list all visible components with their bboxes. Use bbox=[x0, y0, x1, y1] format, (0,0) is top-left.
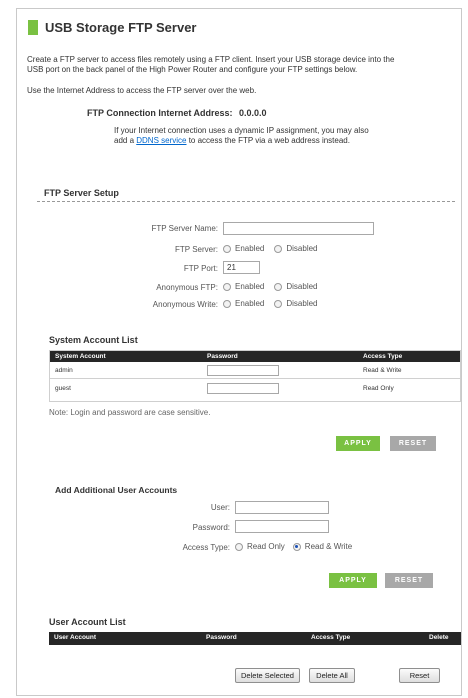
anonymous-ftp-enabled-option[interactable]: Enabled bbox=[223, 282, 264, 291]
ftp-server-enabled-option[interactable]: Enabled bbox=[223, 244, 264, 253]
dynamic-prefix: add a bbox=[114, 136, 137, 145]
use-address-text: Use the Internet Address to access the F… bbox=[27, 86, 257, 95]
dynamic-ip-text-line-1: If your Internet connection uses a dynam… bbox=[114, 126, 369, 135]
delete-all-button[interactable]: Delete All bbox=[309, 668, 355, 683]
add-user-reset-button[interactable]: RESET bbox=[385, 573, 433, 588]
connection-address-value: 0.0.0.0 bbox=[239, 108, 267, 118]
intro-text-line-2: USB port on the back panel of the High P… bbox=[27, 65, 358, 74]
table-row: admin Read & Write bbox=[50, 363, 460, 379]
system-account-name: guest bbox=[55, 385, 71, 392]
anonymous-write-enabled-option[interactable]: Enabled bbox=[223, 299, 264, 308]
enabled-label: Enabled bbox=[235, 282, 265, 291]
read-only-label: Read Only bbox=[247, 542, 285, 551]
connection-address-row: FTP Connection Internet Address: 0.0.0.0 bbox=[87, 108, 267, 118]
system-reset-button[interactable]: RESET bbox=[390, 436, 436, 451]
system-account-access: Read Only bbox=[363, 385, 394, 392]
ftp-server-disabled-option[interactable]: Disabled bbox=[274, 244, 318, 253]
anonymous-write-disabled-option[interactable]: Disabled bbox=[274, 299, 318, 308]
disabled-label: Disabled bbox=[286, 282, 318, 291]
dynamic-ip-text-line-2: add a DDNS service to access the FTP via… bbox=[114, 136, 350, 146]
reset-user-list-button[interactable]: Reset bbox=[399, 668, 440, 683]
column-header-password: Password bbox=[206, 634, 237, 641]
page-title: USB Storage FTP Server bbox=[45, 20, 197, 35]
anonymous-write-disabled-radio[interactable] bbox=[274, 299, 283, 308]
case-sensitive-note: Note: Login and password are case sensit… bbox=[49, 408, 211, 417]
system-account-list-heading: System Account List bbox=[49, 335, 138, 345]
delete-selected-button[interactable]: Delete Selected bbox=[235, 668, 300, 683]
column-header-user-account: User Account bbox=[54, 634, 97, 641]
system-account-access: Read & Write bbox=[363, 367, 402, 374]
system-account-table-header: System Account Password Access Type bbox=[50, 351, 460, 362]
read-write-label: Read & Write bbox=[304, 542, 353, 551]
ftp-server-radio-group: Enabled Disabled bbox=[223, 244, 318, 253]
user-account-list-heading: User Account List bbox=[49, 617, 126, 627]
user-label: User: bbox=[210, 503, 230, 512]
dynamic-suffix: to access the FTP via a web address inst… bbox=[186, 136, 350, 145]
password-label: Password: bbox=[192, 523, 230, 532]
ftp-server-name-input[interactable] bbox=[223, 222, 374, 235]
title-accent-square bbox=[28, 20, 38, 35]
anonymous-ftp-enabled-radio[interactable] bbox=[223, 282, 231, 291]
anonymous-write-label: Anonymous Write: bbox=[152, 300, 218, 309]
system-apply-button[interactable]: APPLY bbox=[336, 436, 380, 451]
disabled-label: Disabled bbox=[286, 244, 318, 253]
ftp-server-label: FTP Server: bbox=[175, 245, 218, 254]
ftp-server-setup-heading: FTP Server Setup bbox=[44, 188, 119, 198]
ftp-port-label: FTP Port: bbox=[183, 264, 218, 273]
read-write-radio[interactable] bbox=[292, 542, 301, 551]
intro-text-line-1: Create a FTP server to access files remo… bbox=[27, 55, 395, 64]
user-input[interactable] bbox=[235, 501, 329, 514]
user-account-table-header: User Account Password Access Type Delete bbox=[49, 632, 461, 645]
column-header-password: Password bbox=[207, 353, 238, 360]
column-header-access-type: Access Type bbox=[363, 353, 403, 360]
add-user-apply-button[interactable]: APPLY bbox=[329, 573, 377, 588]
anonymous-ftp-disabled-option[interactable]: Disabled bbox=[274, 282, 318, 291]
anonymous-ftp-disabled-radio[interactable] bbox=[274, 282, 283, 291]
admin-password-input[interactable] bbox=[207, 365, 279, 376]
access-type-label: Access Type: bbox=[182, 543, 230, 552]
column-header-delete: Delete bbox=[429, 634, 449, 641]
disabled-label: Disabled bbox=[286, 299, 318, 308]
section-divider bbox=[37, 201, 455, 202]
enabled-label: Enabled bbox=[235, 299, 265, 308]
column-header-system-account: System Account bbox=[55, 353, 106, 360]
ddns-service-link[interactable]: DDNS service bbox=[136, 136, 186, 145]
add-user-accounts-heading: Add Additional User Accounts bbox=[55, 485, 178, 495]
column-header-access-type: Access Type bbox=[311, 634, 351, 641]
system-account-name: admin bbox=[55, 367, 73, 374]
anonymous-ftp-radio-group: Enabled Disabled bbox=[223, 282, 318, 291]
ftp-server-name-label: FTP Server Name: bbox=[151, 224, 218, 233]
ftp-port-input[interactable] bbox=[223, 261, 260, 274]
connection-address-label: FTP Connection Internet Address: bbox=[87, 108, 233, 118]
access-type-radio-group: Read Only Read & Write bbox=[235, 542, 352, 551]
system-account-table: System Account Password Access Type admi… bbox=[49, 350, 461, 402]
anonymous-ftp-label: Anonymous FTP: bbox=[156, 283, 218, 292]
guest-password-input[interactable] bbox=[207, 383, 279, 394]
anonymous-write-enabled-radio[interactable] bbox=[223, 299, 231, 308]
anonymous-write-radio-group: Enabled Disabled bbox=[223, 299, 318, 308]
access-read-write-option[interactable]: Read & Write bbox=[292, 542, 353, 551]
table-row: guest Read Only bbox=[50, 380, 460, 396]
password-input[interactable] bbox=[235, 520, 329, 533]
ftp-server-disabled-radio[interactable] bbox=[274, 244, 283, 253]
enabled-label: Enabled bbox=[235, 244, 265, 253]
read-only-radio[interactable] bbox=[235, 542, 243, 551]
access-read-only-option[interactable]: Read Only bbox=[235, 542, 285, 551]
ftp-server-enabled-radio[interactable] bbox=[223, 244, 231, 253]
